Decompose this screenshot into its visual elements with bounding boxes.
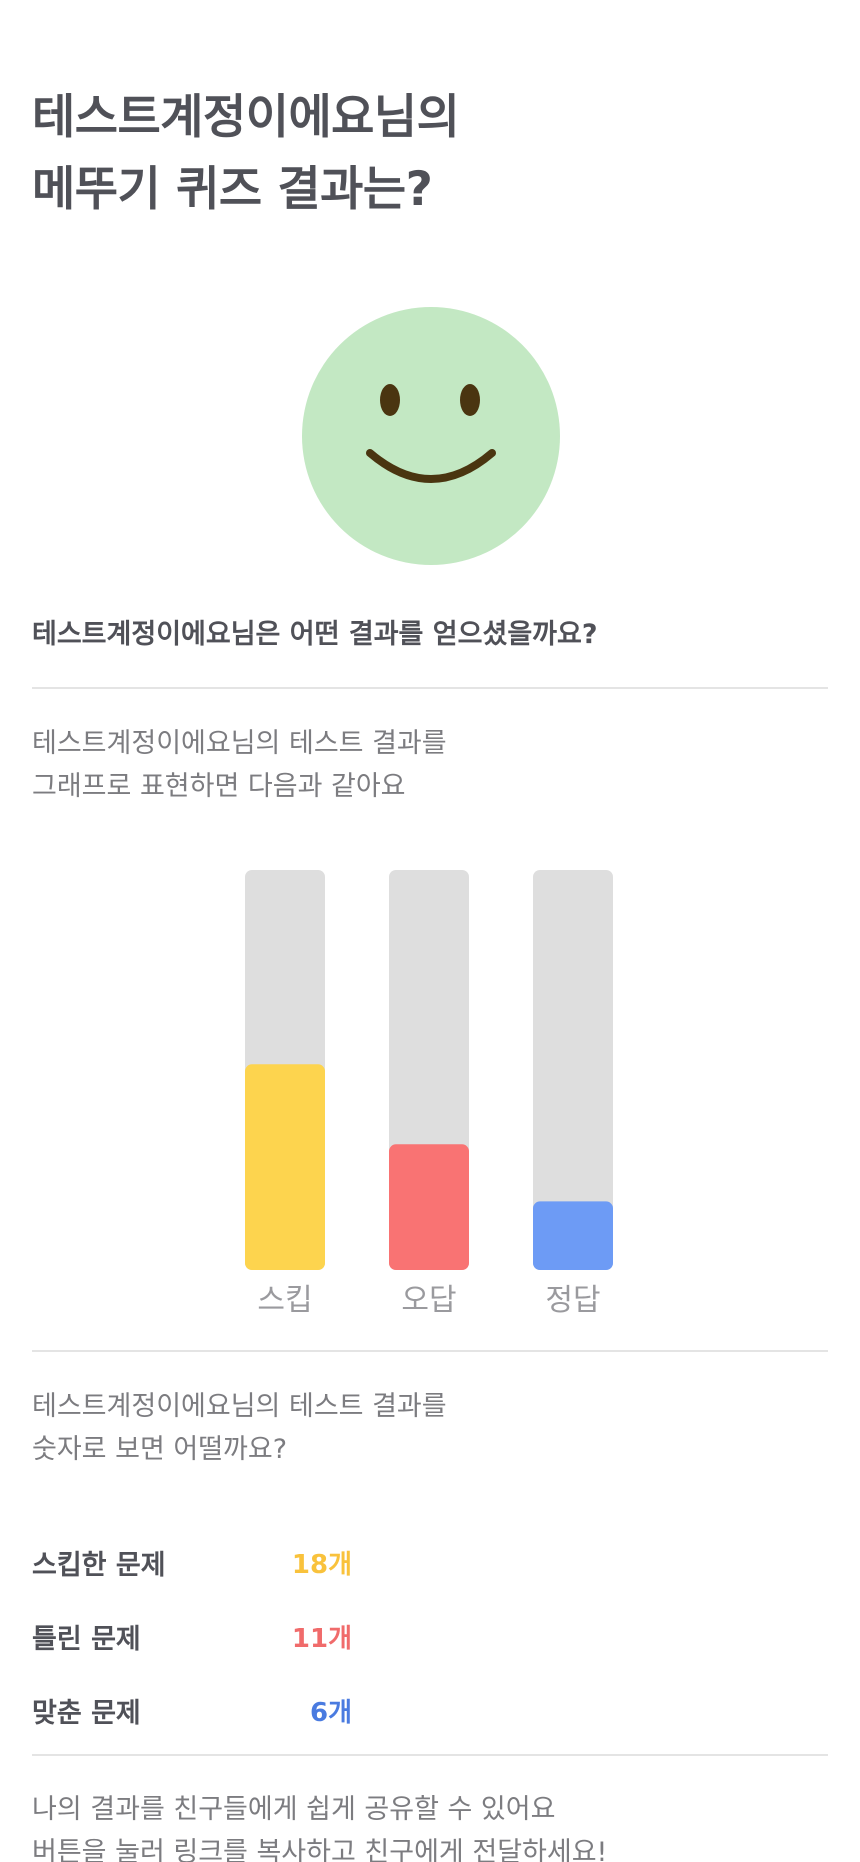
number-description-line-2: 숫자로 보면 어떨까요? — [32, 1434, 288, 1465]
stat-value: 18개 — [291, 1549, 352, 1580]
share-line-2: 버튼을 눌러 링크를 복사하고 친구에게 전달하세요! — [32, 1837, 608, 1862]
share-description: 나의 결과를 친구들에게 쉽게 공유할 수 있어요 버튼을 눌러 링크를 복사하… — [32, 1788, 607, 1862]
stat-row-wrong: 틀린 문제 11개 — [32, 1599, 432, 1673]
bar-chart-svg: 스킵 오답 정답 — [245, 870, 613, 1318]
stat-value: 6개 — [309, 1697, 352, 1728]
stat-label: 스킵한 문제 — [32, 1549, 166, 1581]
title-line-2: 메뚜기 퀴즈 결과는? — [32, 162, 433, 217]
bar-2 — [533, 1201, 613, 1270]
stat-value: 11개 — [291, 1623, 352, 1654]
divider — [32, 1350, 828, 1352]
number-description: 테스트계정이에요님의 테스트 결과를 숫자로 보면 어떨까요? — [32, 1385, 447, 1471]
graph-description: 테스트계정이에요님의 테스트 결과를 그래프로 표현하면 다음과 같아요 — [32, 722, 447, 808]
smiley-face-circle — [302, 307, 560, 565]
stat-row-correct: 맞춘 문제 6개 — [32, 1673, 432, 1747]
result-stats: 스킵한 문제 18개 틀린 문제 11개 맞춘 문제 6개 — [32, 1525, 432, 1747]
smiley-left-eye — [380, 384, 400, 416]
page-title: 테스트계정이에요님의 메뚜기 퀴즈 결과는? — [32, 82, 460, 226]
stat-label: 맞춘 문제 — [32, 1697, 141, 1729]
divider — [32, 687, 828, 689]
result-question: 테스트계정이에요님은 어떤 결과를 얻으셨을까요? — [32, 619, 598, 650]
divider — [32, 1754, 828, 1756]
smiley-right-eye — [460, 384, 480, 416]
title-line-1: 테스트계정이에요님의 — [32, 90, 460, 145]
result-bar-chart: 스킵 오답 정답 — [32, 860, 828, 1320]
stat-row-skipped: 스킵한 문제 18개 — [32, 1525, 432, 1599]
bar-label: 스킵 — [257, 1283, 312, 1318]
bar-label: 오답 — [401, 1283, 456, 1318]
stat-label: 틀린 문제 — [32, 1623, 141, 1655]
graph-description-line-2: 그래프로 표현하면 다음과 같아요 — [32, 771, 406, 802]
smiley-face-icon — [302, 307, 560, 565]
number-description-line-1: 테스트계정이에요님의 테스트 결과를 — [32, 1391, 447, 1422]
share-line-1: 나의 결과를 친구들에게 쉽게 공유할 수 있어요 — [32, 1794, 556, 1825]
bar-label: 정답 — [545, 1283, 600, 1318]
bar-1 — [389, 1144, 469, 1270]
graph-description-line-1: 테스트계정이에요님의 테스트 결과를 — [32, 728, 447, 759]
bar-0 — [245, 1064, 325, 1270]
